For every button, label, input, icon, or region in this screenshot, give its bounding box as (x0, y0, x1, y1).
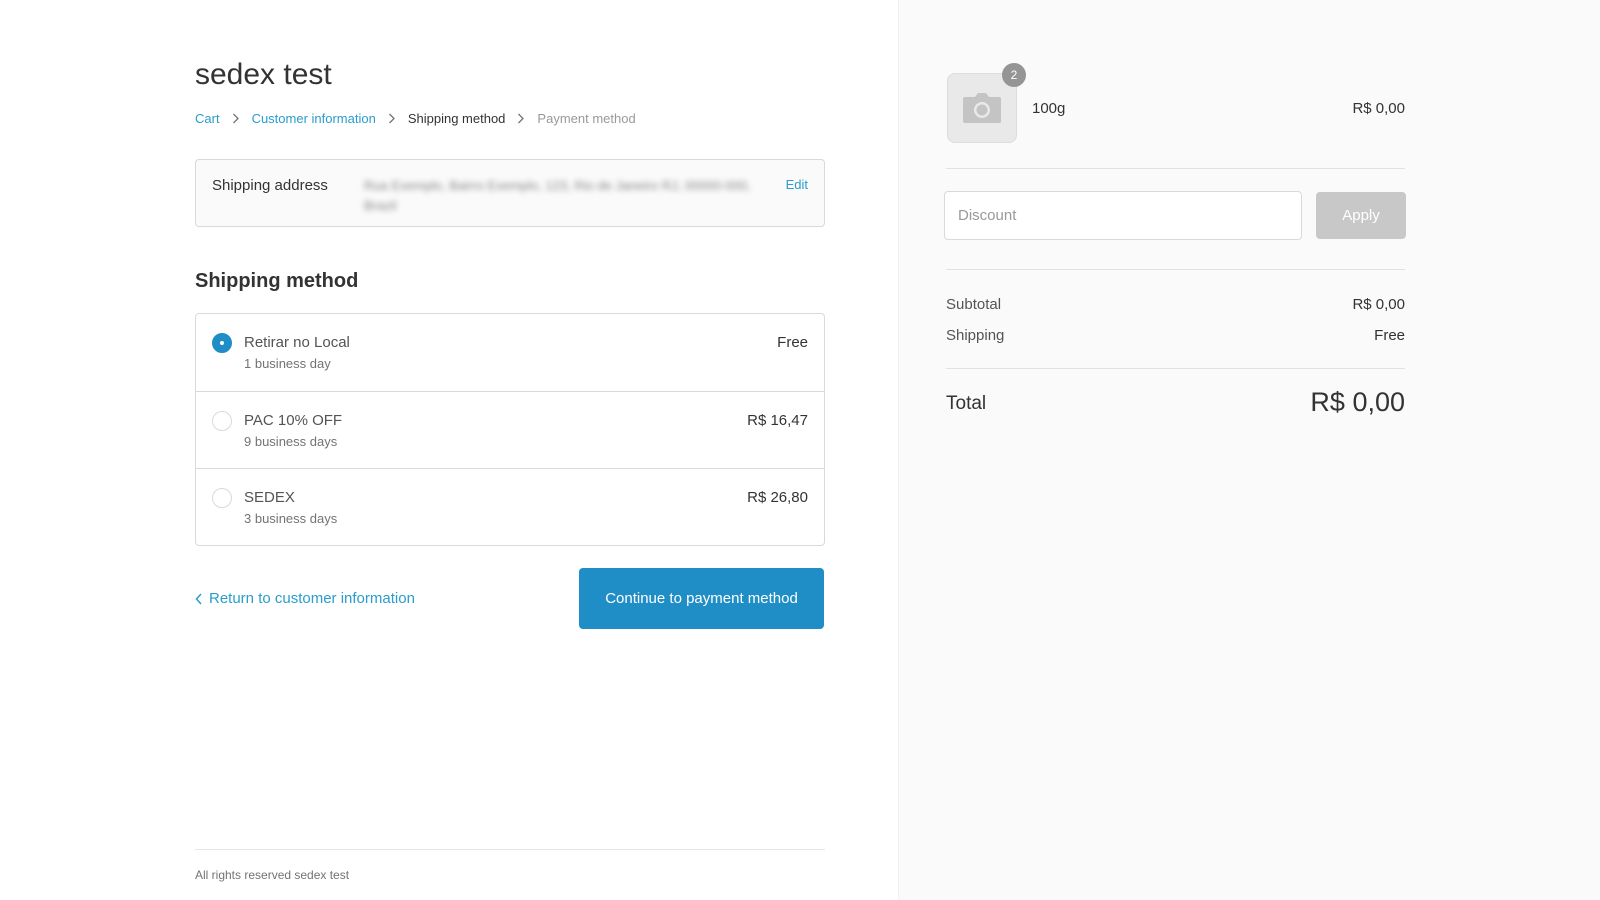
return-to-customer-information-link[interactable]: Return to customer information (195, 590, 415, 607)
breadcrumb-cart[interactable]: Cart (195, 111, 220, 126)
method-price: R$ 26,80 (747, 489, 808, 506)
shop-name: sedex test (195, 58, 332, 91)
chevron-right-icon (517, 113, 525, 124)
method-name: Retirar no Local (244, 334, 350, 351)
method-price: R$ 16,47 (747, 412, 808, 429)
summary-divider (946, 368, 1405, 369)
shipping-method-option[interactable]: SEDEX 3 business days R$ 26,80 (196, 468, 824, 545)
shipping-method-option[interactable]: Retirar no Local 1 business day Free (196, 314, 824, 391)
breadcrumb: Cart Customer information Shipping metho… (195, 111, 636, 126)
method-days: 9 business days (244, 434, 338, 449)
total-value: R$ 0,00 (1310, 387, 1405, 417)
main-content: sedex test Cart Customer information Shi… (0, 0, 898, 900)
subtotal-value: R$ 0,00 (1352, 296, 1405, 313)
product-name: 100g (1032, 100, 1066, 117)
shipping-address-value: Rua Exemplo, Bairro Exemplo, 123, Rio de… (364, 178, 751, 213)
footer-divider (195, 849, 825, 850)
summary-divider (946, 168, 1405, 169)
breadcrumb-shipping-method: Shipping method (407, 111, 506, 126)
radio-unselected[interactable] (212, 488, 232, 508)
shipping-label: Shipping (946, 327, 1005, 344)
quantity-badge: 2 (1002, 63, 1026, 87)
shipping-address-label: Shipping address (212, 177, 328, 194)
chevron-right-icon (388, 113, 396, 124)
method-name: SEDEX (244, 489, 295, 506)
camera-icon (963, 93, 1001, 123)
return-link-label: Return to customer information (209, 590, 415, 607)
breadcrumb-customer-information[interactable]: Customer information (252, 111, 376, 126)
radio-unselected[interactable] (212, 411, 232, 431)
chevron-left-icon (195, 592, 202, 605)
shipping-methods-list: Retirar no Local 1 business day Free PAC… (195, 313, 825, 546)
breadcrumb-payment-method: Payment method (537, 111, 636, 126)
apply-discount-button[interactable]: Apply (1316, 192, 1406, 239)
total-label: Total (946, 393, 987, 414)
edit-address-link[interactable]: Edit (786, 177, 808, 192)
shipping-address-review: Shipping address Rua Exemplo, Bairro Exe… (195, 159, 825, 227)
radio-selected[interactable] (212, 333, 232, 353)
subtotal-label: Subtotal (946, 296, 1002, 313)
shipping-value: Free (1374, 327, 1405, 344)
shipping-method-title: Shipping method (195, 270, 359, 292)
footer-copyright: All rights reserved sedex test (195, 868, 350, 882)
shipping-method-option[interactable]: PAC 10% OFF 9 business days R$ 16,47 (196, 391, 824, 468)
chevron-right-icon (232, 113, 240, 124)
method-days: 3 business days (244, 511, 338, 526)
method-days: 1 business day (244, 356, 331, 371)
method-name: PAC 10% OFF (244, 412, 343, 429)
product-price: R$ 0,00 (1352, 100, 1405, 117)
summary-divider (946, 269, 1405, 270)
method-price: Free (777, 334, 808, 351)
continue-to-payment-button[interactable]: Continue to payment method (579, 568, 824, 629)
discount-input[interactable] (944, 191, 1302, 240)
